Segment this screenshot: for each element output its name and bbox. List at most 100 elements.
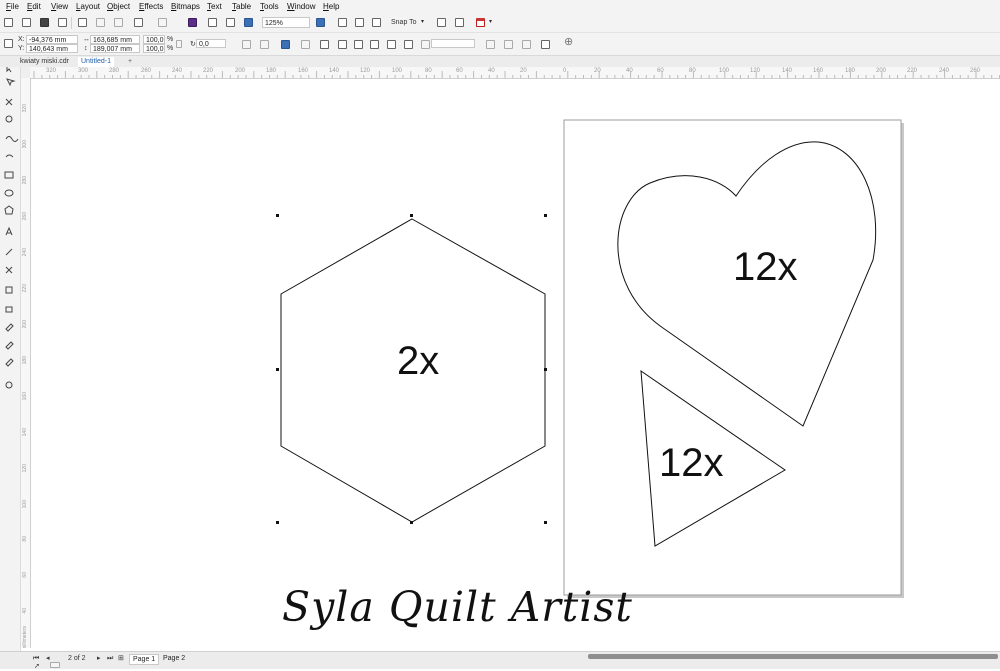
ruler-corner[interactable] <box>21 67 30 78</box>
horizontal-scrollbar[interactable] <box>588 654 998 659</box>
search-content-icon[interactable] <box>188 18 197 27</box>
chevron-down-icon[interactable]: ▾ <box>489 18 492 27</box>
interactive-fill-icon[interactable] <box>5 341 14 350</box>
zoom-tool-icon[interactable] <box>5 115 13 123</box>
menu-effects[interactable]: Effects <box>139 2 163 11</box>
triangle-quantity-label: 12x <box>659 441 724 485</box>
trim-icon[interactable] <box>354 40 363 49</box>
mirror-vertical-icon[interactable] <box>260 40 269 49</box>
application-launcher-icon[interactable] <box>476 18 485 27</box>
scale-y-field[interactable]: 100,0 <box>143 44 165 53</box>
options-icon[interactable] <box>455 18 464 27</box>
weld-icon[interactable] <box>338 40 347 49</box>
show-guidelines-icon[interactable] <box>372 18 381 27</box>
import-icon[interactable] <box>208 18 217 27</box>
intersect-icon[interactable] <box>370 40 379 49</box>
menu-window[interactable]: Window <box>287 2 315 11</box>
combine-icon[interactable] <box>281 40 290 49</box>
page-origin-icon[interactable] <box>4 39 13 48</box>
menu-table[interactable]: Table <box>232 2 251 11</box>
smart-fill-icon[interactable] <box>5 358 14 367</box>
horizontal-ruler[interactable]: 320 300 280 260 240 220 200 180 160 140 … <box>30 67 1000 79</box>
dimension-tool-icon[interactable] <box>5 248 13 256</box>
tab-untitled-1[interactable]: Untitled-1 <box>78 57 114 67</box>
add-page-icon[interactable]: ⊞ <box>118 654 124 663</box>
publish-pdf-icon[interactable] <box>244 18 253 27</box>
alignment-guides-icon[interactable] <box>437 18 446 27</box>
copy-icon[interactable] <box>96 18 105 27</box>
add-tool-icon[interactable] <box>5 381 13 389</box>
ellipse-tool-icon[interactable] <box>4 189 14 197</box>
drop-shadow-tool-icon[interactable] <box>5 286 13 294</box>
group-icon[interactable] <box>301 40 310 49</box>
chevron-down-icon[interactable]: ▾ <box>421 18 424 27</box>
front-minus-back-icon[interactable] <box>404 40 413 49</box>
height-field[interactable]: 189,007 mm <box>90 44 140 53</box>
menu-bitmaps[interactable]: Bitmaps <box>171 2 200 11</box>
y-position-field[interactable]: 140,643 mm <box>26 44 78 53</box>
menu-tools[interactable]: Tools <box>260 2 279 11</box>
rotation-field[interactable]: 0,0 <box>196 39 226 48</box>
menu-edit[interactable]: Edit <box>27 2 41 11</box>
transparency-tool-icon[interactable] <box>5 306 13 313</box>
menu-help[interactable]: Help <box>323 2 339 11</box>
rectangle-tool-icon[interactable] <box>4 171 14 179</box>
snap-to-dropdown[interactable]: Snap To <box>391 18 417 27</box>
width-field[interactable]: 163,685 mm <box>90 35 140 44</box>
polygon-tool-icon[interactable] <box>4 205 14 215</box>
scale-x-field[interactable]: 100,0 <box>143 35 165 44</box>
redo-icon[interactable] <box>158 18 167 27</box>
undo-icon[interactable] <box>134 18 143 27</box>
save-icon[interactable] <box>40 18 49 27</box>
menu-object[interactable]: Object <box>107 2 130 11</box>
connector-tool-icon[interactable] <box>5 266 13 274</box>
mirror-horizontal-icon[interactable] <box>242 40 251 49</box>
freehand-tool-icon[interactable] <box>5 136 19 142</box>
mail-icon[interactable] <box>50 662 60 668</box>
quick-trace-icon[interactable] <box>486 40 495 49</box>
bitmap-icon[interactable] <box>522 40 531 49</box>
cut-icon[interactable] <box>78 18 87 27</box>
convert-to-curves-icon[interactable] <box>504 40 513 49</box>
v-ruler-label: 300 <box>22 140 28 149</box>
print-icon[interactable] <box>58 18 67 27</box>
page-tab-1[interactable]: Page 1 <box>129 654 160 665</box>
pick-tool-icon[interactable] <box>6 64 12 73</box>
menu-layout[interactable]: Layout <box>76 2 100 11</box>
show-grid-icon[interactable] <box>355 18 364 27</box>
full-screen-icon[interactable] <box>316 18 325 27</box>
outline-width-icon[interactable] <box>421 40 430 49</box>
add-icon[interactable]: ⊕ <box>564 37 573 48</box>
next-page-icon[interactable]: ▸ <box>97 654 101 663</box>
previous-page-icon[interactable]: ◂ <box>46 654 50 663</box>
x-position-field[interactable]: -94,376 mm <box>26 35 78 44</box>
outline-width-select[interactable] <box>431 39 475 48</box>
tab-kwiaty-miski[interactable]: kwiaty miski.cdr <box>17 57 72 67</box>
crop-tool-icon[interactable] <box>5 98 13 106</box>
shape-tool-icon[interactable] <box>6 78 16 87</box>
artistic-media-icon[interactable] <box>5 154 14 158</box>
align-distribute-icon[interactable] <box>541 40 550 49</box>
show-rulers-icon[interactable] <box>338 18 347 27</box>
new-tab-plus-icon[interactable]: + <box>125 57 135 67</box>
heart-quantity-label: 12x <box>733 245 798 289</box>
eyedropper-tool-icon[interactable] <box>5 323 14 332</box>
export-icon[interactable] <box>226 18 235 27</box>
menu-text[interactable]: Text <box>207 2 222 11</box>
menu-view[interactable]: View <box>51 2 68 11</box>
open-folder-icon[interactable] <box>22 18 31 27</box>
vertical-ruler[interactable]: 320 300 280 260 240 220 200 180 160 140 … <box>21 78 31 648</box>
drawing-canvas[interactable]: 2x 12x 12x <box>31 79 1000 648</box>
new-document-icon[interactable] <box>4 18 13 27</box>
last-page-icon[interactable]: ⏭ <box>107 654 113 663</box>
drawing-area[interactable] <box>31 79 1000 648</box>
menu-file[interactable]: File <box>6 2 19 11</box>
paste-icon[interactable] <box>114 18 123 27</box>
ungroup-icon[interactable] <box>320 40 329 49</box>
page-tab-2[interactable]: Page 2 <box>160 654 188 663</box>
text-tool-icon[interactable] <box>5 226 13 236</box>
rotation-icon: ↻ <box>190 41 196 48</box>
lock-ratio-icon[interactable] <box>176 40 182 48</box>
simplify-icon[interactable] <box>387 40 396 49</box>
zoom-level-select[interactable]: 125% <box>262 17 310 28</box>
